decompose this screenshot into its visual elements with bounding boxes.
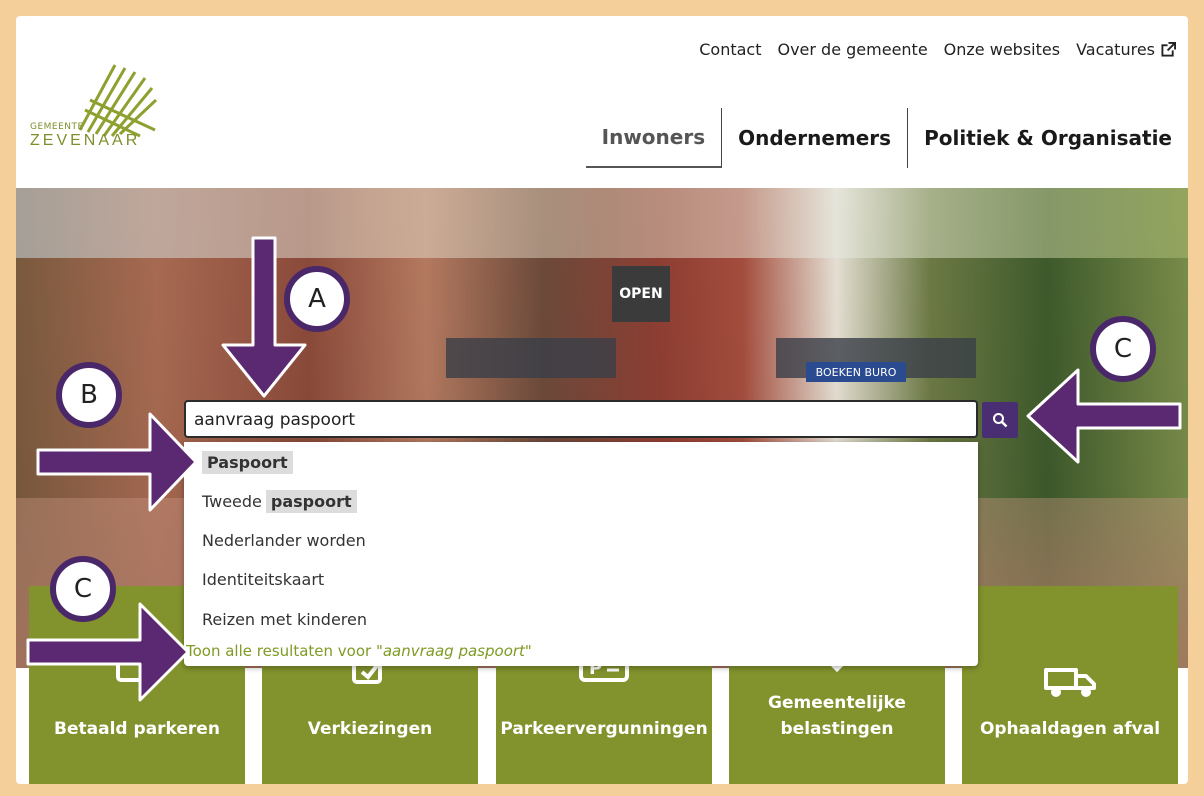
topnav-vacatures[interactable]: Vacatures [1076,40,1176,59]
annotation-label-c-search: C [1090,316,1156,382]
tile-ophaaldagen-afval[interactable]: Ophaaldagen afval [962,586,1178,784]
suggestion-item[interactable]: Reizen met kinderen [202,604,367,634]
tab-politiek-organisatie[interactable]: Politiek & Organisatie [908,108,1188,168]
suggestion-match: Paspoort [202,450,293,474]
garbage-truck-icon [1044,668,1096,697]
tile-label: Gemeentelijke belastingen [768,693,906,739]
main-navigation: Inwoners Ondernemers Politiek & Organisa… [585,108,1188,168]
logo-text-small: GEMEENTE [30,122,84,132]
open-sign: OPEN [612,266,670,322]
suggestion-item[interactable]: Identiteitskaart [202,564,324,594]
annotation-arrow-c-results [26,602,190,702]
tile-label: Verkiezingen [307,719,433,739]
tab-ondernemers[interactable]: Ondernemers [722,108,909,168]
suggestion-item[interactable]: Nederlander worden [202,525,366,555]
logo[interactable]: GEMEENTE ZEVENAAR [30,62,160,162]
annotation-label-c-results: C [50,556,116,622]
topnav-contact[interactable]: Contact [699,40,761,59]
page-frame: GEMEENTE ZEVENAAR Contact Over de gemeen… [16,16,1188,784]
tile-label: Ophaaldagen afval [979,719,1161,739]
search-input[interactable]: aanvraag paspoort [184,400,978,438]
suggestion-item[interactable]: Tweede paspoort [202,486,357,516]
topnav-onze-websites[interactable]: Onze websites [944,40,1060,59]
tile-label: Betaald parkeren [54,719,220,739]
annotation-label-a: A [284,266,350,332]
external-link-icon [1161,42,1176,57]
show-all-query: aanvraag paspoort [382,642,525,660]
show-all-results-link[interactable]: Toon alle resultaten voor "aanvraag pasp… [186,642,532,660]
tile-label: Parkeervergunningen [500,719,708,739]
topnav-over-de-gemeente[interactable]: Over de gemeente [777,40,927,59]
topnav-vacatures-label: Vacatures [1076,40,1155,59]
hero-sky [16,188,1188,258]
hero-shopfront [446,338,616,378]
search-button[interactable] [982,402,1018,438]
suggestion-text: Tweede [202,491,262,511]
annotation-label-b: B [56,362,122,428]
search-icon [993,413,1008,428]
top-navigation: Contact Over de gemeente Onze websites V… [699,40,1176,59]
show-all-prefix: Toon alle resultaten voor " [186,642,383,660]
suggestion-match: paspoort [265,489,357,513]
search-suggestions: Paspoort Tweede paspoort Nederlander wor… [184,442,978,666]
show-all-suffix: " [524,642,532,660]
logo-text-big: ZEVENAAR [30,132,141,149]
shop-sign: BOEKEN BURO [806,362,906,382]
tab-inwoners[interactable]: Inwoners [585,108,723,168]
suggestion-item[interactable]: Paspoort [202,447,293,477]
